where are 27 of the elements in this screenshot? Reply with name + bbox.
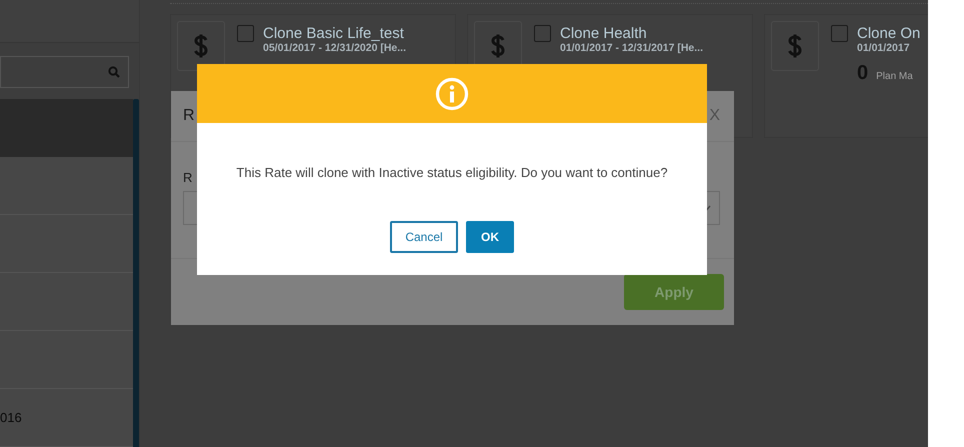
dollar-icon	[771, 21, 819, 71]
card-dates: 05/01/2017 - 12/31/2020 [He...	[263, 42, 406, 54]
search-field[interactable]	[0, 56, 129, 88]
card-title: Clone Health	[560, 25, 647, 42]
list-row[interactable]	[0, 157, 133, 215]
card-title: Clone On	[857, 25, 920, 42]
cancel-button[interactable]: Cancel	[390, 221, 458, 253]
list-row[interactable]	[0, 99, 133, 157]
apply-button[interactable]: Apply	[624, 274, 724, 310]
checkbox[interactable]	[237, 25, 254, 42]
list-row[interactable]	[0, 273, 133, 331]
list-row[interactable]	[0, 331, 133, 389]
list-row[interactable]: 016	[0, 389, 133, 447]
checkbox[interactable]	[534, 25, 551, 42]
card-dates: 01/01/2017	[857, 42, 911, 54]
ok-button[interactable]: OK	[466, 221, 514, 253]
scrollbar[interactable]	[133, 99, 139, 447]
list-row[interactable]	[0, 215, 133, 273]
dialog-title: R	[183, 107, 195, 125]
card-dates: 01/01/2017 - 12/31/2017 [He...	[560, 42, 704, 54]
card-title: Clone Basic Life_test	[263, 25, 404, 42]
count-label: Plan Ma	[876, 71, 913, 82]
alert-message: This Rate will clone with Inactive status eligibility. Do you want to continue?	[236, 165, 668, 180]
field-label: R	[183, 170, 192, 185]
checkbox[interactable]	[831, 25, 848, 42]
info-icon	[435, 76, 469, 110]
search-icon	[108, 66, 120, 78]
